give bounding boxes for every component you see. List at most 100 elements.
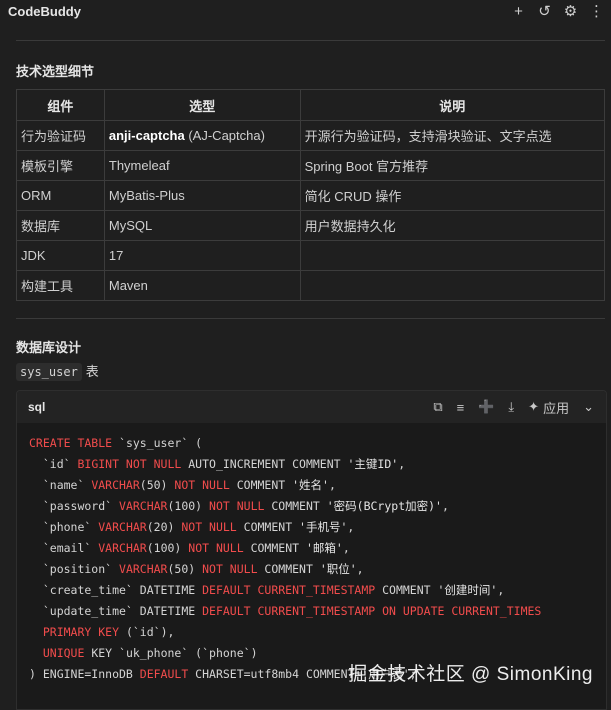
code-line: CREATE TABLE `sys_user` ( <box>29 436 202 450</box>
table-row: 模板引擎 Thymeleaf Spring Boot 官方推荐 <box>16 150 606 181</box>
sql-text: COMMENT <box>264 499 327 513</box>
table-name-line: sys_user 表 <box>16 361 99 381</box>
sql-string: '创建时间' <box>437 583 498 597</box>
sql-keyword: VARCHAR <box>119 562 168 576</box>
tech-selection-table: 组件 选型 说明 行为验证码 anji-captcha (AJ-Captcha) 开… <box>16 89 606 301</box>
table-header: 选型 <box>103 89 301 121</box>
cell-choice: anji-captcha (AJ-Captcha) <box>103 120 301 151</box>
table-row: ORM MyBatis-Plus 简化 CRUD 操作 <box>16 180 606 211</box>
cell-component: 构建工具 <box>16 270 105 301</box>
sparkle-icon: ✦ <box>528 399 540 414</box>
code-block-header: sql ⧉ ≡ ➕ ⤓ ✦ 应用 ⌄ <box>17 391 606 423</box>
sql-string: '职位' <box>319 562 357 576</box>
sql-text: , <box>342 541 350 555</box>
sql-text: AUTO_INCREMENT COMMENT <box>181 457 348 471</box>
apply-label: 应用 <box>543 400 570 416</box>
gear-icon[interactable]: ⚙ <box>562 4 579 19</box>
sql-text: , <box>441 499 449 513</box>
choice-text: MySQL <box>108 218 153 233</box>
sql-keyword: NOT NULL <box>188 541 244 555</box>
cell-component: 数据库 <box>16 210 105 241</box>
table-row: 数据库 MySQL 用户数据持久化 <box>16 210 606 241</box>
sql-text: , <box>398 457 406 471</box>
sql-text: `create_time` DATETIME <box>29 583 203 597</box>
sql-text: (20) <box>146 520 182 534</box>
sql-text: KEY `uk_phone` (`phone`) <box>84 646 258 660</box>
code-line: `create_time` DATETIME DEFAULT CURRENT_T… <box>29 583 504 597</box>
code-line: `email` VARCHAR(100) NOT NULL COMMENT '邮… <box>29 541 350 555</box>
watermark: 掘金技术社区 @ SimonKing <box>348 664 593 685</box>
sql-keyword: UNIQUE <box>42 646 85 660</box>
sql-text: (`id`), <box>119 625 175 639</box>
sql-keyword: VARCHAR <box>98 541 147 555</box>
cell-choice: Maven <box>103 270 301 301</box>
diff-icon[interactable]: ≡ <box>457 400 465 415</box>
cell-component: ORM <box>16 180 105 211</box>
sql-keyword: NOT NULL <box>209 499 265 513</box>
sql-text: (100) <box>167 499 210 513</box>
cell-description: Spring Boot 官方推荐 <box>299 150 606 181</box>
new-file-icon[interactable]: ➕ <box>478 399 494 415</box>
sql-text: COMMENT <box>257 562 320 576</box>
code-line: PRIMARY KEY (`id`), <box>29 625 175 639</box>
code-line: `phone` VARCHAR(20) NOT NULL COMMENT '手机… <box>29 520 355 534</box>
plus-icon[interactable]: + <box>510 4 527 19</box>
code-language-label: sql <box>28 400 46 414</box>
sql-text: COMMENT <box>236 520 300 534</box>
sql-text: , <box>356 562 364 576</box>
choice-bold: anji-captcha <box>108 128 185 143</box>
divider <box>16 318 605 319</box>
sql-keyword: DEFAULT CURRENT_TIMESTAMP <box>202 583 376 597</box>
sql-text: COMMENT <box>229 478 293 492</box>
code-content: CREATE TABLE `sys_user` ( `id` BIGINT NO… <box>17 423 606 685</box>
code-line: UNIQUE KEY `uk_phone` (`phone`) <box>29 646 258 660</box>
cell-choice: MySQL <box>103 210 301 241</box>
sql-text: COMMENT <box>375 583 438 597</box>
sql-text: COMMENT <box>243 541 306 555</box>
choice-text: Thymeleaf <box>108 158 170 173</box>
table-row: JDK 17 <box>16 240 606 271</box>
sql-keyword: DEFAULT <box>139 667 189 681</box>
sql-string: '主键ID' <box>347 457 399 471</box>
cell-description: 简化 CRUD 操作 <box>299 180 606 211</box>
insert-file-icon[interactable]: ⤓ <box>508 399 514 415</box>
sql-text: (50) <box>167 562 203 576</box>
sql-text: `sys_user` ( <box>112 436 203 450</box>
sql-string: '手机号' <box>299 520 348 534</box>
cell-choice: 17 <box>103 240 301 271</box>
sql-text: `email` <box>29 541 99 555</box>
divider <box>16 40 605 41</box>
inline-code: sys_user <box>16 363 82 381</box>
code-line: `name` VARCHAR(50) NOT NULL COMMENT '姓名'… <box>29 478 336 492</box>
cell-description: 用户数据持久化 <box>299 210 606 241</box>
sql-keyword: VARCHAR <box>98 520 147 534</box>
sql-keyword: VARCHAR <box>91 478 140 492</box>
sql-keyword: CREATE TABLE <box>29 436 113 450</box>
choice-text: 17 <box>108 248 124 263</box>
copy-icon[interactable]: ⧉ <box>433 399 442 415</box>
apply-button[interactable]: ✦ 应用 <box>528 398 569 417</box>
sql-text: (100) <box>146 541 189 555</box>
sql-string: '密码(BCrypt加密)' <box>326 499 442 513</box>
table-header-row: 组件 选型 说明 <box>16 89 606 121</box>
cell-choice: Thymeleaf <box>103 150 301 181</box>
section-heading-db: 数据库设计 <box>16 340 82 355</box>
code-line: `position` VARCHAR(50) NOT NULL COMMENT … <box>29 562 364 576</box>
history-icon[interactable]: ↺ <box>536 4 553 19</box>
sql-keyword: PRIMARY KEY <box>42 625 120 639</box>
sql-keyword: NOT NULL <box>181 520 237 534</box>
sql-keyword: NOT NULL <box>174 478 230 492</box>
app-title: CodeBuddy <box>8 3 81 19</box>
title-bar: CodeBuddy + ↺ ⚙ ⋮ <box>0 0 611 22</box>
more-icon[interactable]: ⋮ <box>588 4 605 19</box>
sql-text: `id` <box>29 457 78 471</box>
sql-text: , <box>347 520 355 534</box>
chevron-down-icon[interactable]: ⌄ <box>583 399 594 415</box>
sql-text: (50) <box>139 478 175 492</box>
code-block-toolbar: ⧉ ≡ ➕ ⤓ ✦ 应用 ⌄ <box>433 391 594 423</box>
choice-text: (AJ-Captcha) <box>184 128 265 143</box>
code-line: `update_time` DATETIME DEFAULT CURRENT_T… <box>29 604 542 618</box>
sql-text: , <box>497 583 505 597</box>
